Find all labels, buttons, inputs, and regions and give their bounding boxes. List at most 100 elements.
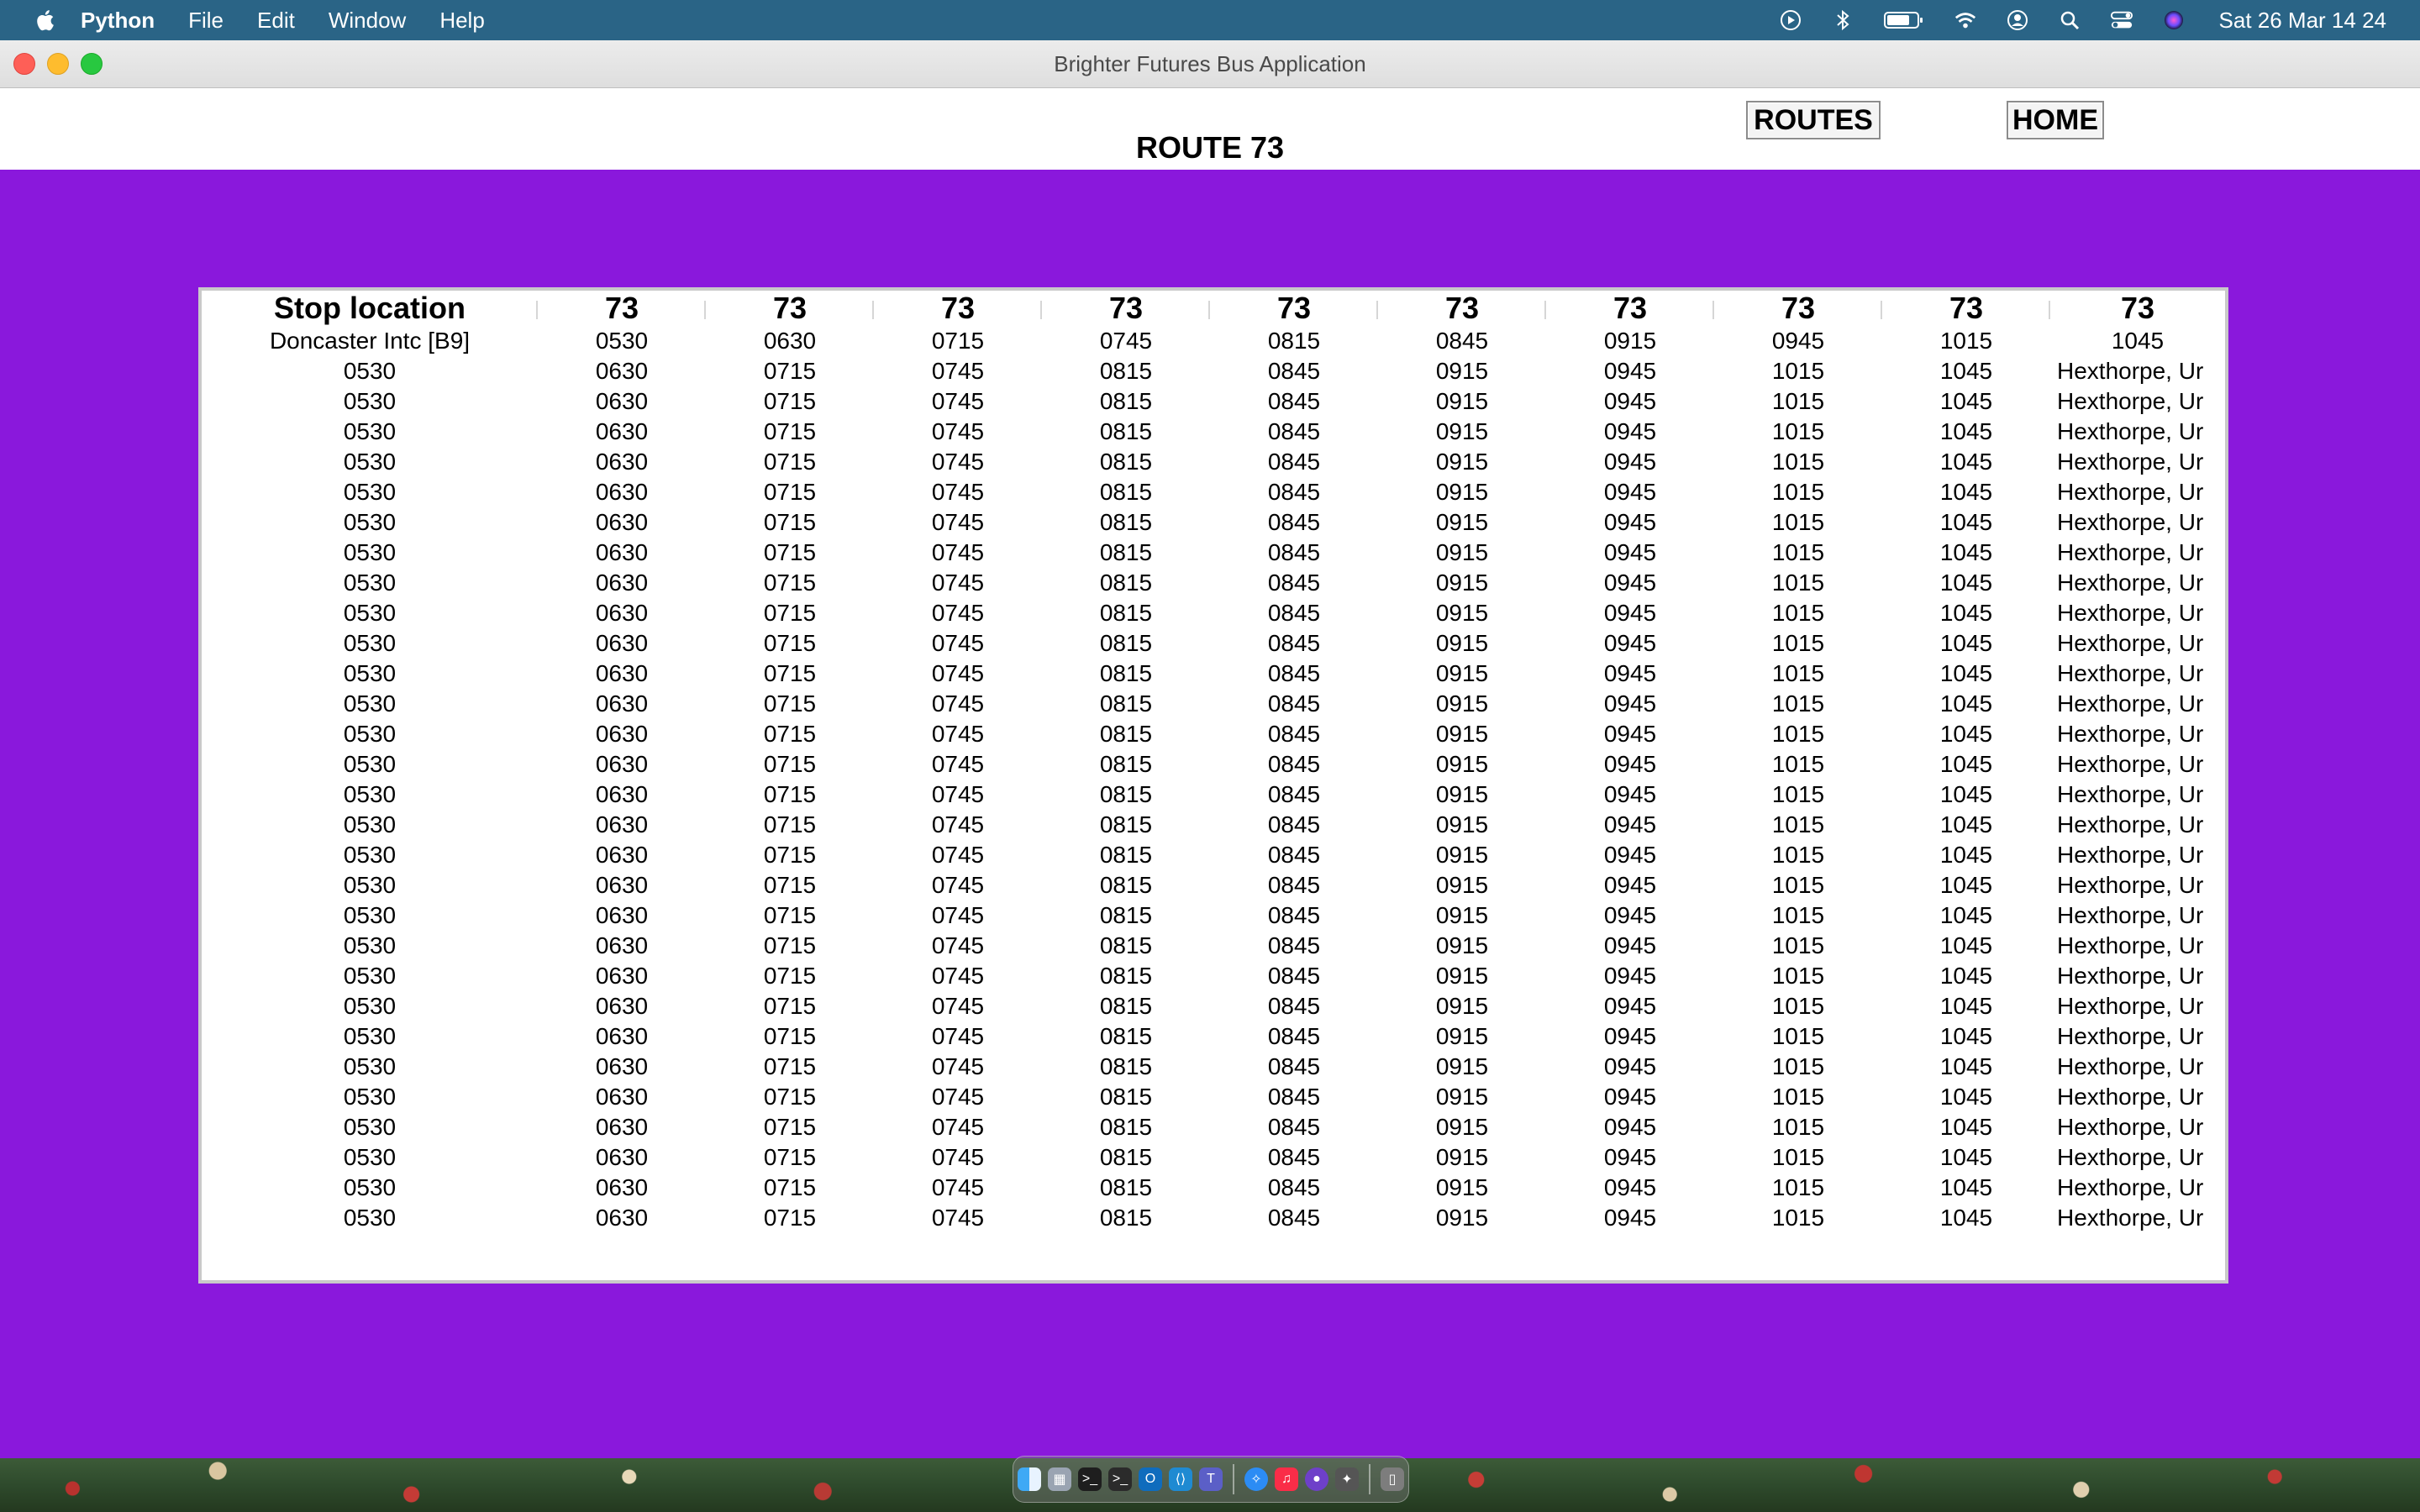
table-row[interactable]: 0530 0630 0715 0745 0815 0845 0915 0945 1015 1045…	[202, 538, 2225, 568]
close-window-button[interactable]	[13, 53, 35, 75]
column-header-route[interactable]: 73	[1210, 291, 1378, 326]
table-row[interactable]: 0530 0630 0715 0745 0815 0845 0915 0945 1015 1045…	[202, 356, 2225, 386]
column-header-route[interactable]: 73	[874, 291, 1042, 326]
music-icon[interactable]: ♫	[1275, 1467, 1298, 1491]
timetable-panel[interactable]: Stop location 73 73 73 73 73 73 73 73 73…	[198, 287, 2228, 1284]
table-cell: 0745	[931, 358, 985, 384]
menu-app-python[interactable]: Python	[81, 8, 155, 34]
table-row[interactable]: 0530 0630 0715 0745 0815 0845 0915 0945 1015 1045…	[202, 689, 2225, 719]
play-circle-icon[interactable]	[1779, 8, 1802, 32]
table-row[interactable]: 0530 0630 0715 0745 0815 0845 0915 0945 1015 1045…	[202, 628, 2225, 659]
table-cell: 0915	[1435, 539, 1489, 565]
python-icon[interactable]: ✦	[1335, 1467, 1359, 1491]
table-cell: 0845	[1267, 418, 1321, 444]
table-row[interactable]: 0530 0630 0715 0745 0815 0845 0915 0945 1015 1045…	[202, 719, 2225, 749]
table-cell: 0845	[1267, 690, 1321, 717]
table-row[interactable]: 0530 0630 0715 0745 0815 0845 0915 0945 1015 1045…	[202, 840, 2225, 870]
table-row[interactable]: 0530 0630 0715 0745 0815 0845 0915 0945 1015 1045…	[202, 1142, 2225, 1173]
column-header-route[interactable]: 73	[1378, 291, 1546, 326]
table-row[interactable]: 0530 0630 0715 0745 0815 0845 0915 0945 1015 1045…	[202, 417, 2225, 447]
table-row[interactable]: 0530 0630 0715 0745 0815 0845 0915 0945 1015 1045…	[202, 598, 2225, 628]
terminal-icon[interactable]: >_	[1108, 1467, 1132, 1491]
table-cell: 0845	[1267, 600, 1321, 626]
table-row[interactable]: 0530 0630 0715 0745 0815 0845 0915 0945 1015 1045…	[202, 961, 2225, 991]
table-row[interactable]: 0530 0630 0715 0745 0815 0845 0915 0945 1015 1045…	[202, 991, 2225, 1021]
table-cell: Hexthorpe, Ur	[2057, 751, 2204, 777]
table-row[interactable]: 0530 0630 0715 0745 0815 0845 0915 0945 1015 1045…	[202, 810, 2225, 840]
menubar-clock[interactable]: Sat 26 Mar 14 24	[2219, 8, 2386, 34]
table-cell: Hexthorpe, Ur	[2057, 479, 2204, 505]
apple-icon[interactable]	[34, 8, 55, 33]
control-center-icon[interactable]	[2110, 8, 2133, 32]
table-row[interactable]: 0530 0630 0715 0745 0815 0845 0915 0945 1015 1045…	[202, 1021, 2225, 1052]
table-row[interactable]: Doncaster Intc [B9] 0530 0630 0715 0745 …	[202, 326, 2225, 356]
column-header-route[interactable]: 73	[538, 291, 706, 326]
vscode-icon[interactable]: ⟨⟩	[1169, 1467, 1192, 1491]
table-cell: 0745	[931, 509, 985, 535]
table-cell: 0815	[1099, 1174, 1153, 1200]
column-header-route[interactable]: 73	[1714, 291, 1882, 326]
table-row[interactable]: 0530 0630 0715 0745 0815 0845 0915 0945 1015 1045…	[202, 1082, 2225, 1112]
table-cell: 0915	[1435, 842, 1489, 868]
table-cell: 1045	[1939, 1053, 1993, 1079]
trash-icon[interactable]: ▯	[1381, 1467, 1404, 1491]
menu-file[interactable]: File	[188, 8, 224, 34]
menu-window[interactable]: Window	[329, 8, 406, 34]
safari-icon[interactable]: ✧	[1244, 1467, 1268, 1491]
maximize-window-button[interactable]	[81, 53, 103, 75]
table-row[interactable]: 0530 0630 0715 0745 0815 0845 0915 0945 1015 1045…	[202, 1052, 2225, 1082]
table-cell: 0945	[1771, 328, 1825, 354]
table-cell: 1015	[1771, 509, 1825, 535]
column-header-route[interactable]: 73	[1546, 291, 1714, 326]
column-header-route[interactable]: 73	[2050, 291, 2225, 326]
menu-edit[interactable]: Edit	[257, 8, 295, 34]
wifi-icon[interactable]	[1954, 8, 1977, 32]
table-row[interactable]: 0530 0630 0715 0745 0815 0845 0915 0945 1015 1045…	[202, 507, 2225, 538]
table-cell: 0815	[1099, 1114, 1153, 1140]
table-row[interactable]: 0530 0630 0715 0745 0815 0845 0915 0945 1015 1045…	[202, 749, 2225, 780]
table-cell: 0815	[1099, 509, 1153, 535]
table-cell: 0815	[1099, 1144, 1153, 1170]
user-icon[interactable]	[2006, 8, 2029, 32]
table-row[interactable]: 0530 0630 0715 0745 0815 0845 0915 0945 1015 1045…	[202, 568, 2225, 598]
table-row[interactable]: 0530 0630 0715 0745 0815 0845 0915 0945 1015 1045…	[202, 900, 2225, 931]
table-cell: 0530	[343, 358, 397, 384]
table-cell: 0630	[595, 1144, 649, 1170]
table-row[interactable]: 0530 0630 0715 0745 0815 0845 0915 0945 1015 1045…	[202, 870, 2225, 900]
table-row[interactable]: 0530 0630 0715 0745 0815 0845 0915 0945 1015 1045…	[202, 1112, 2225, 1142]
battery-icon[interactable]	[1883, 8, 1925, 32]
siri-icon[interactable]	[2162, 8, 2186, 32]
table-row[interactable]: 0530 0630 0715 0745 0815 0845 0915 0945 1015 1045…	[202, 1203, 2225, 1233]
search-icon[interactable]	[2058, 8, 2081, 32]
table-cell: 1015	[1771, 1205, 1825, 1231]
table-row[interactable]: 0530 0630 0715 0745 0815 0845 0915 0945 1015 1045…	[202, 659, 2225, 689]
column-header-route[interactable]: 73	[1042, 291, 1210, 326]
table-cell: 0715	[763, 811, 817, 837]
terminal-icon[interactable]: >_	[1078, 1467, 1102, 1491]
table-row[interactable]: 0530 0630 0715 0745 0815 0845 0915 0945 1015 1045…	[202, 477, 2225, 507]
routes-button[interactable]: ROUTES	[1746, 101, 1881, 139]
finder-icon[interactable]	[1018, 1467, 1041, 1491]
column-header-route[interactable]: 73	[1882, 291, 2050, 326]
column-header-route[interactable]: 73	[706, 291, 874, 326]
table-row[interactable]: 0530 0630 0715 0745 0815 0845 0915 0945 1015 1045…	[202, 386, 2225, 417]
bluetooth-icon[interactable]	[1831, 8, 1854, 32]
table-cell: 0845	[1435, 328, 1489, 354]
table-cell: 1045	[2111, 328, 2165, 354]
table-cell: 0845	[1267, 872, 1321, 898]
table-cell: 0745	[931, 842, 985, 868]
table-row[interactable]: 0530 0630 0715 0745 0815 0845 0915 0945 1015 1045…	[202, 931, 2225, 961]
github-icon[interactable]: ●	[1305, 1467, 1328, 1491]
outlook-icon[interactable]: O	[1139, 1467, 1162, 1491]
table-row[interactable]: 0530 0630 0715 0745 0815 0845 0915 0945 1015 1045…	[202, 447, 2225, 477]
table-cell: 0530	[343, 1084, 397, 1110]
column-header-stop-location[interactable]: Stop location	[202, 291, 538, 326]
menu-help[interactable]: Help	[439, 8, 484, 34]
table-row[interactable]: 0530 0630 0715 0745 0815 0845 0915 0945 1015 1045…	[202, 1173, 2225, 1203]
minimize-window-button[interactable]	[47, 53, 69, 75]
teams-icon[interactable]: T	[1199, 1467, 1223, 1491]
window-titlebar[interactable]: Brighter Futures Bus Application	[0, 40, 2420, 88]
table-row[interactable]: 0530 0630 0715 0745 0815 0845 0915 0945 1015 1045…	[202, 780, 2225, 810]
launchpad-icon[interactable]: ▦	[1048, 1467, 1071, 1491]
home-button[interactable]: HOME	[2007, 101, 2104, 139]
